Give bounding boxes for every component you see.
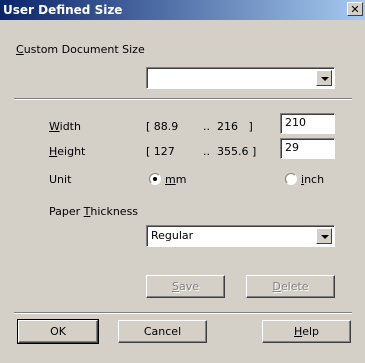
separator-top (14, 98, 352, 100)
width-range-dots: .. (203, 120, 210, 133)
paper-thickness-value: Regular (151, 229, 194, 242)
paper-thickness-label: Paper Thickness (49, 205, 139, 218)
height-range-max: 355.6 ] (217, 145, 257, 158)
help-button[interactable]: Help (262, 320, 351, 343)
unit-mm-label[interactable]: mm (165, 173, 186, 186)
height-value: 29 (285, 141, 299, 154)
height-label: Height (49, 145, 86, 158)
close-button[interactable]: ✕ (347, 2, 363, 16)
title-bar: User Defined Size ✕ (0, 0, 365, 20)
close-icon: ✕ (350, 2, 360, 16)
width-range-max: 216 ] (217, 120, 253, 133)
height-input[interactable]: 29 (280, 138, 335, 159)
paper-thickness-combobox[interactable]: Regular (146, 225, 335, 247)
unit-label: Unit (49, 173, 72, 186)
delete-button[interactable]: Delete (246, 275, 335, 298)
custom-size-combobox[interactable] (146, 67, 335, 89)
custom-size-label: Custom Document Size (16, 43, 145, 56)
cancel-button[interactable]: Cancel (118, 320, 207, 343)
save-button[interactable]: Save (146, 275, 225, 298)
separator-bottom (14, 312, 352, 314)
unit-inch-label[interactable]: inch (301, 173, 324, 186)
unit-inch-radio[interactable] (285, 173, 297, 185)
custom-size-label-rest: ustom Document Size (23, 43, 145, 56)
width-input[interactable]: 210 (280, 113, 335, 134)
width-label: Width (49, 120, 81, 133)
ok-button[interactable]: OK (17, 319, 99, 344)
window-title: User Defined Size (3, 3, 123, 17)
unit-mm-radio[interactable] (149, 173, 161, 185)
height-range-dots: .. (203, 145, 210, 158)
chevron-down-icon[interactable] (316, 228, 332, 244)
height-range-min: [ 127 (146, 145, 175, 158)
width-range-min: [ 88.9 (146, 120, 179, 133)
chevron-down-icon[interactable] (316, 70, 332, 86)
width-value: 210 (285, 116, 306, 129)
